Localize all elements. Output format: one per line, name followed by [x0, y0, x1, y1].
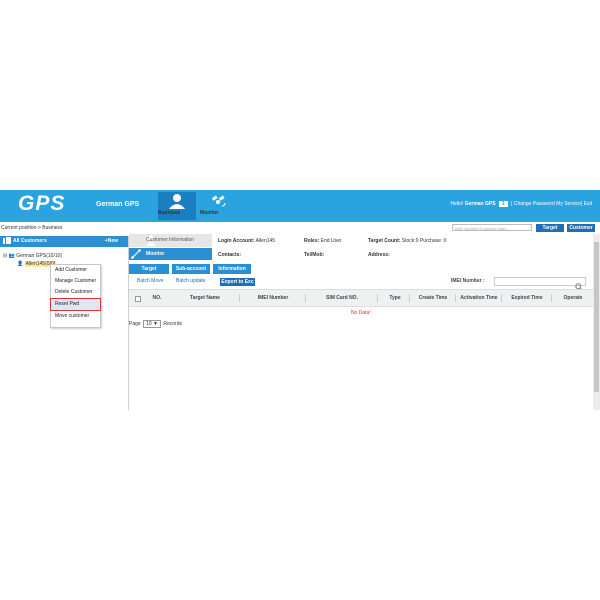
share-icon	[131, 249, 141, 259]
nav-monitor-label: Monitor	[200, 210, 219, 216]
tab-sub-account[interactable]: Sub-account	[172, 264, 210, 274]
col-no[interactable]: NO.	[145, 290, 169, 306]
column-divider	[455, 294, 456, 302]
imei-number-input[interactable]	[494, 277, 586, 286]
app-window: GPS German GPS Business Monitor Hello! G…	[0, 190, 600, 410]
column-divider	[377, 294, 378, 302]
column-divider	[551, 294, 552, 302]
imei-number-label: IMEI Number :	[451, 278, 485, 284]
batch-move-button[interactable]: Batch Move	[137, 277, 163, 286]
tel-label-text: Tel/Mob:	[304, 252, 325, 258]
logo: GPS	[18, 192, 66, 215]
all-customers-title: All Customers	[13, 238, 47, 244]
user-icon	[158, 192, 196, 210]
tel-label: Tel/Mob:	[304, 252, 324, 258]
tab-information[interactable]: Information	[213, 264, 251, 274]
target-count-label: Target Count:	[368, 238, 401, 244]
col-type[interactable]: Type	[383, 290, 407, 306]
nav-monitor[interactable]: Monitor	[200, 192, 238, 220]
customer-info-tab-label: Customer Information	[146, 237, 195, 243]
no-data-message: No Data!	[351, 310, 371, 316]
list-icon	[3, 237, 11, 245]
roles-value: End User	[320, 238, 342, 244]
login-account-value: Allen145	[255, 238, 276, 244]
context-menu: Add Customer Manage Customer Delete Cust…	[50, 264, 101, 328]
nav-business[interactable]: Business	[158, 192, 196, 220]
pager-prefix: Page	[129, 321, 141, 327]
target-count: Target Count: Stock:0 Purchase :0	[368, 238, 447, 244]
customer-detail-panel: Customer Information Login Account: Alle…	[129, 234, 593, 410]
login-account: Login Account: Allen145	[218, 238, 275, 244]
export-excel-button[interactable]: Export to Exc	[220, 278, 255, 286]
menu-move-customer[interactable]: Move customer	[51, 311, 100, 322]
tree-root-label[interactable]: German GPS(10/10)	[16, 253, 62, 259]
menu-reset-pwd[interactable]: Reset Pwd	[50, 298, 101, 311]
pager: Page 10 ▼ Records	[129, 320, 182, 328]
monitor-tab[interactable]: Monitor	[129, 248, 212, 260]
company-name: German GPS	[96, 201, 140, 208]
scrollbar-thumb[interactable]	[594, 242, 599, 392]
nav-business-label: Business	[158, 210, 181, 216]
login-account-label: Login Account:	[218, 238, 255, 244]
target-search-button[interactable]: Target	[536, 224, 564, 232]
page-size-value: 10	[146, 321, 152, 327]
target-count-value: Stock:0 Purchase :0	[401, 238, 447, 244]
account-links[interactable]: [ Change Password My Service] Exit	[511, 201, 592, 207]
customer-tree-panel: All Customers +New ⊟ 👥 German GPS(10/10)…	[0, 236, 129, 410]
col-expired-time[interactable]: Expired Time	[505, 290, 549, 306]
notification-badge[interactable]: 1	[498, 201, 508, 207]
roles-label: Roles:	[304, 238, 320, 244]
group-icon: 👥	[8, 253, 15, 259]
page-size-select[interactable]: 10 ▼	[143, 320, 161, 328]
column-divider	[501, 294, 502, 302]
search-icon[interactable]	[575, 278, 583, 291]
col-target-name[interactable]: Target Name	[171, 290, 239, 306]
col-activation-time[interactable]: Activation Time	[459, 290, 499, 306]
menu-delete-customer[interactable]: Delete Customer	[51, 287, 100, 298]
batch-update-button[interactable]: Batch update	[176, 277, 205, 286]
customer-search-button[interactable]: Customer	[567, 224, 595, 232]
table-header: NO. Target Name IMEI Number SIM Card NO.…	[129, 289, 593, 307]
roles: Roles: End User	[304, 238, 342, 244]
select-all-checkbox[interactable]	[135, 296, 141, 302]
all-customers-header: All Customers +New	[0, 236, 128, 247]
col-create-time[interactable]: Create Time	[413, 290, 453, 306]
contacts-label: Contacts:	[218, 252, 241, 258]
column-divider	[409, 294, 410, 302]
new-customer-button[interactable]: +New	[105, 236, 118, 247]
hello-text: Hello!	[450, 201, 464, 207]
address-label: Address:	[368, 252, 390, 258]
tree-root[interactable]: ⊟ 👥 German GPS(10/10)	[3, 252, 62, 260]
contacts-label-text: Contacts:	[218, 252, 242, 258]
col-sim-card-no[interactable]: SIM Card NO.	[307, 290, 377, 306]
address-label-text: Address:	[368, 252, 390, 258]
collapse-icon[interactable]: ⊟	[3, 253, 7, 259]
action-bar: Batch Move Batch update Export to Exc IM…	[129, 277, 593, 291]
user-greeting: Hello! German GPS 1 [ Change Password My…	[451, 201, 592, 207]
vertical-scrollbar[interactable]	[593, 234, 600, 410]
imei-search-input[interactable]: IMEI Number/Customer Nam	[452, 224, 532, 231]
menu-add-customer[interactable]: Add Customer	[51, 265, 100, 276]
user-icon: 👤	[17, 261, 24, 267]
monitor-tab-label: Monitor	[146, 251, 165, 257]
customer-info-tab[interactable]: Customer Information	[129, 234, 212, 247]
col-imei-number[interactable]: IMEI Number	[241, 290, 305, 306]
dropdown-arrow-icon: ▼	[153, 321, 158, 327]
toolbar-row: Current position-> Business IMEI Number/…	[0, 223, 600, 234]
satellite-icon	[200, 192, 238, 210]
col-operate[interactable]: Operate	[555, 290, 591, 306]
breadcrumb: Current position-> Business	[1, 225, 63, 231]
pager-suffix: Records	[163, 321, 182, 327]
tab-target[interactable]: Target	[129, 264, 169, 274]
column-divider	[239, 294, 240, 302]
top-header: GPS German GPS Business Monitor Hello! G…	[0, 190, 600, 222]
user-name: German GPS	[464, 201, 496, 207]
menu-manage-customer[interactable]: Manage Customer	[51, 276, 100, 287]
column-divider	[305, 294, 306, 302]
